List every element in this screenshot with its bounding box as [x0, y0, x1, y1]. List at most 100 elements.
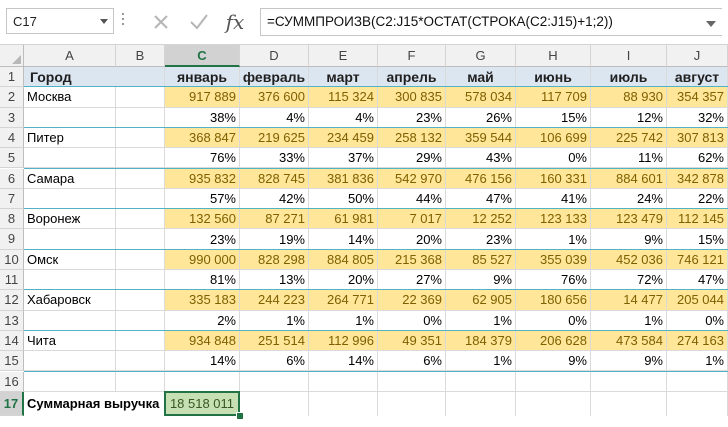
revenue-cell[interactable]: 184 379 — [446, 330, 516, 352]
empty-cell[interactable] — [240, 391, 309, 416]
percent-cell[interactable]: 43% — [446, 148, 516, 169]
percent-cell[interactable]: 41% — [516, 188, 591, 210]
percent-cell[interactable]: 32% — [667, 107, 728, 128]
revenue-cell[interactable]: 935 832 — [165, 168, 240, 189]
revenue-cell[interactable]: 215 368 — [378, 249, 446, 270]
percent-cell[interactable]: 14% — [309, 229, 378, 250]
empty-cell[interactable] — [240, 371, 309, 392]
percent-cell[interactable]: 9% — [591, 229, 667, 250]
percent-cell[interactable]: 9% — [516, 351, 591, 372]
revenue-cell[interactable]: 359 544 — [446, 127, 516, 149]
percent-cell[interactable]: 50% — [309, 188, 378, 210]
percent-cell[interactable]: 1% — [516, 229, 591, 250]
revenue-cell[interactable]: 251 514 — [240, 330, 309, 352]
header-month[interactable]: май — [446, 67, 516, 88]
empty-cell[interactable] — [116, 290, 165, 311]
empty-cell[interactable] — [446, 391, 516, 416]
empty-cell[interactable] — [24, 188, 116, 210]
revenue-cell[interactable]: 132 560 — [165, 209, 240, 230]
formula-input[interactable]: =СУММПРОИЗВ(C2:J15*ОСТАТ(СТРОКА(C2:J15)+… — [260, 8, 722, 36]
empty-cell[interactable] — [24, 229, 116, 250]
header-month[interactable]: июль — [591, 67, 667, 88]
revenue-cell[interactable]: 7 017 — [378, 209, 446, 230]
percent-cell[interactable]: 4% — [309, 107, 378, 128]
empty-cell[interactable] — [309, 391, 378, 416]
empty-cell[interactable] — [165, 371, 240, 392]
percent-cell[interactable]: 0% — [516, 148, 591, 169]
percent-cell[interactable]: 44% — [378, 188, 446, 210]
revenue-cell[interactable]: 300 835 — [378, 87, 446, 108]
empty-cell[interactable] — [516, 371, 591, 392]
empty-cell[interactable] — [116, 330, 165, 352]
revenue-cell[interactable]: 244 223 — [240, 290, 309, 311]
revenue-cell[interactable]: 746 121 — [667, 249, 728, 270]
percent-cell[interactable]: 1% — [240, 310, 309, 331]
empty-cell[interactable] — [24, 270, 116, 291]
row-header-14[interactable]: 14 — [0, 330, 24, 352]
revenue-cell[interactable]: 234 459 — [309, 127, 378, 149]
revenue-cell[interactable]: 206 628 — [516, 330, 591, 352]
column-header-i[interactable]: I — [591, 45, 667, 67]
revenue-cell[interactable]: 355 039 — [516, 249, 591, 270]
revenue-cell[interactable]: 123 133 — [516, 209, 591, 230]
empty-cell[interactable] — [116, 148, 165, 169]
revenue-cell[interactable]: 990 000 — [165, 249, 240, 270]
percent-cell[interactable]: 15% — [516, 107, 591, 128]
percent-cell[interactable]: 72% — [591, 270, 667, 291]
city-name-cell[interactable]: Самара — [24, 168, 116, 189]
city-name-cell[interactable]: Воронеж — [24, 209, 116, 230]
revenue-cell[interactable]: 180 656 — [516, 290, 591, 311]
cancel-icon[interactable] — [146, 8, 176, 36]
percent-cell[interactable]: 81% — [165, 270, 240, 291]
empty-cell[interactable] — [591, 371, 667, 392]
revenue-cell[interactable]: 578 034 — [446, 87, 516, 108]
empty-cell[interactable] — [667, 391, 728, 416]
row-header-15[interactable]: 15 — [0, 351, 24, 372]
revenue-cell[interactable]: 274 163 — [667, 330, 728, 352]
percent-cell[interactable]: 14% — [309, 351, 378, 372]
row-header-16[interactable]: 16 — [0, 371, 24, 392]
column-header-d[interactable]: D — [240, 45, 309, 67]
empty-cell[interactable] — [116, 87, 165, 108]
header-month[interactable]: июнь — [516, 67, 591, 88]
row-header-11[interactable]: 11 — [0, 270, 24, 291]
percent-cell[interactable]: 20% — [378, 229, 446, 250]
revenue-cell[interactable]: 112 145 — [667, 209, 728, 230]
header-city[interactable]: Город — [24, 67, 165, 88]
drag-handle-icon[interactable] — [121, 10, 125, 32]
chevron-down-icon[interactable] — [100, 19, 108, 24]
percent-cell[interactable]: 22% — [667, 188, 728, 210]
revenue-cell[interactable]: 88 930 — [591, 87, 667, 108]
column-header-h[interactable]: H — [516, 45, 591, 67]
empty-cell[interactable] — [24, 371, 116, 392]
empty-cell[interactable] — [116, 351, 165, 372]
column-header-a[interactable]: A — [24, 45, 116, 67]
percent-cell[interactable]: 0% — [667, 310, 728, 331]
row-header-17[interactable]: 17 — [0, 391, 24, 416]
column-header-c[interactable]: C — [165, 45, 240, 67]
row-header-6[interactable]: 6 — [0, 168, 24, 189]
revenue-cell[interactable]: 264 771 — [309, 290, 378, 311]
revenue-cell[interactable]: 307 813 — [667, 127, 728, 149]
row-header-5[interactable]: 5 — [0, 148, 24, 169]
empty-cell[interactable] — [116, 188, 165, 210]
row-header-10[interactable]: 10 — [0, 249, 24, 270]
revenue-cell[interactable]: 476 156 — [446, 168, 516, 189]
percent-cell[interactable]: 12% — [591, 107, 667, 128]
empty-cell[interactable] — [667, 371, 728, 392]
total-label-cell[interactable]: Суммарная выручка — [24, 391, 165, 416]
percent-cell[interactable]: 6% — [240, 351, 309, 372]
percent-cell[interactable]: 1% — [446, 310, 516, 331]
percent-cell[interactable]: 47% — [667, 270, 728, 291]
percent-cell[interactable]: 23% — [165, 229, 240, 250]
percent-cell[interactable]: 62% — [667, 148, 728, 169]
header-month[interactable]: август — [667, 67, 728, 88]
empty-cell[interactable] — [116, 209, 165, 230]
percent-cell[interactable]: 38% — [165, 107, 240, 128]
revenue-cell[interactable]: 12 252 — [446, 209, 516, 230]
percent-cell[interactable]: 9% — [591, 351, 667, 372]
empty-cell[interactable] — [116, 270, 165, 291]
revenue-cell[interactable]: 258 132 — [378, 127, 446, 149]
percent-cell[interactable]: 1% — [446, 351, 516, 372]
select-all-button[interactable] — [0, 45, 24, 67]
